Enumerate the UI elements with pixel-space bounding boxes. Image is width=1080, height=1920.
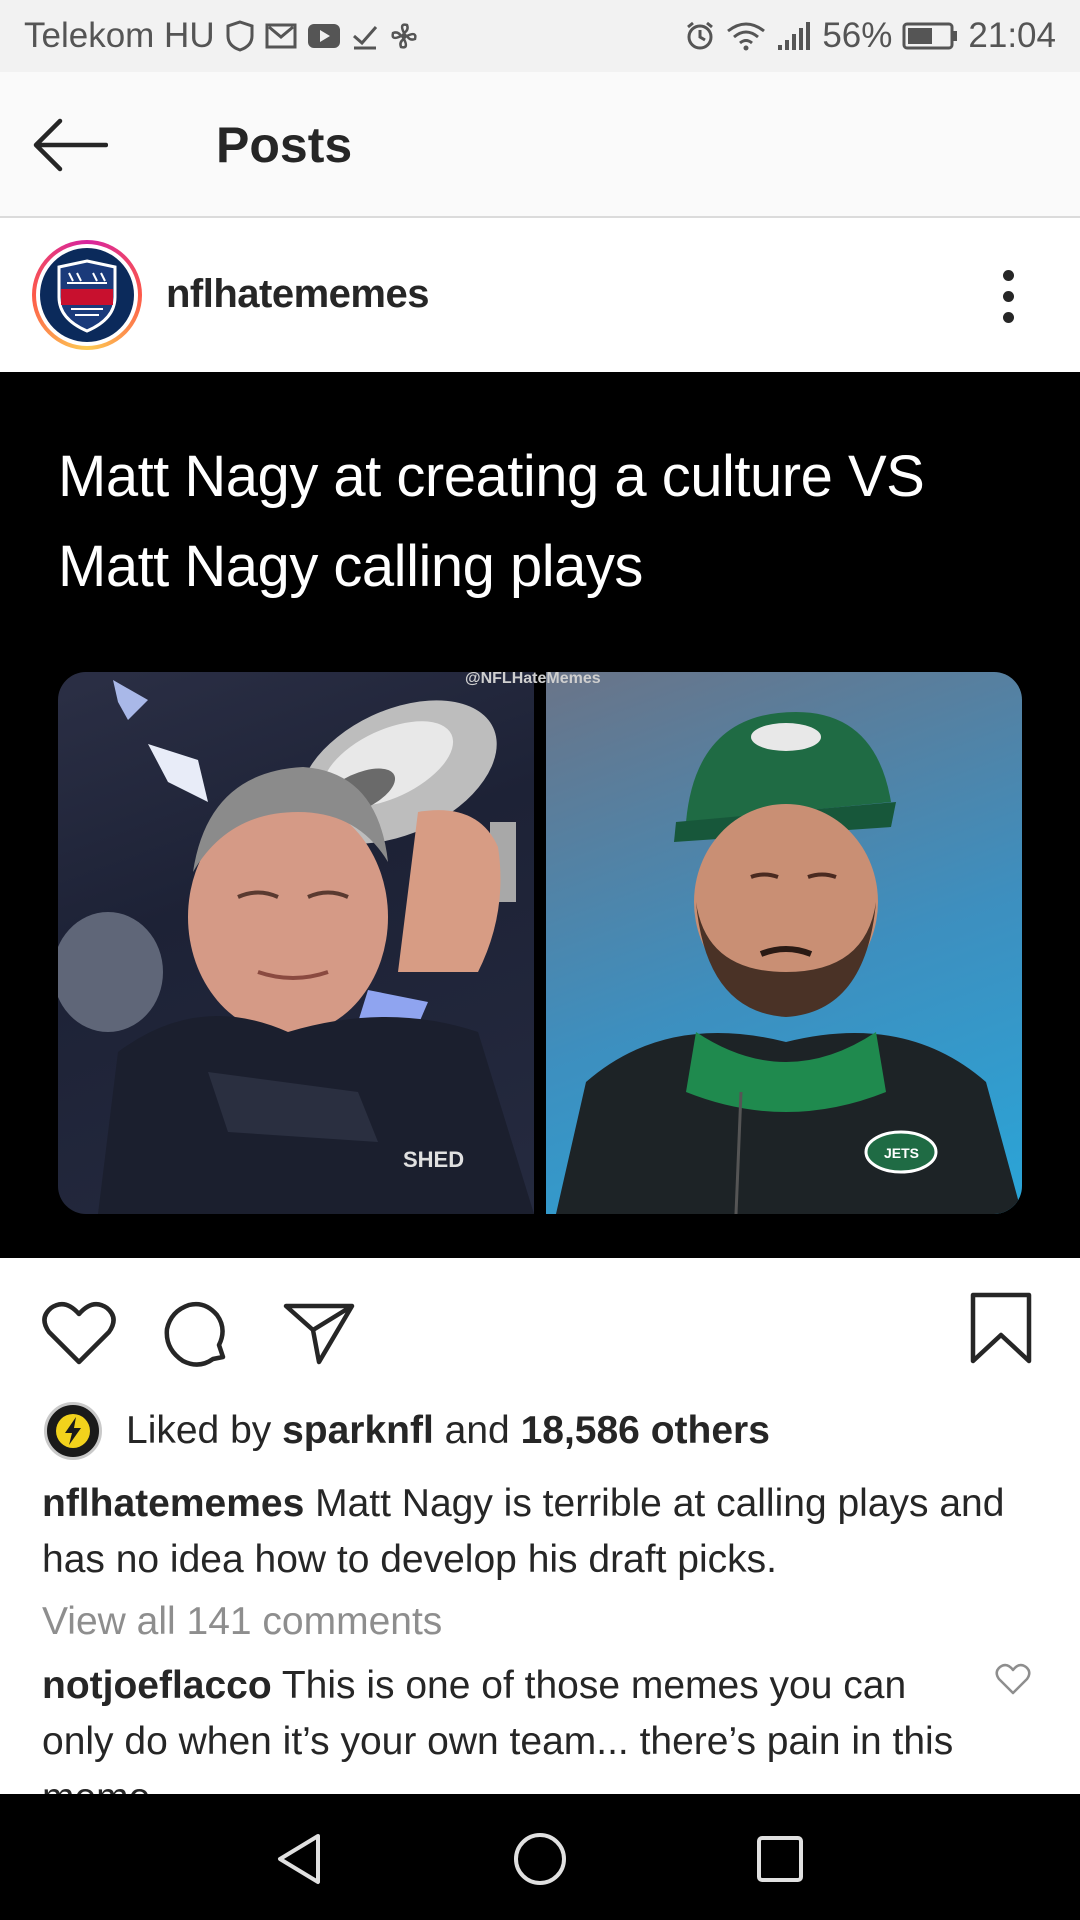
photo-collage: SHED JETS (58, 672, 1022, 1214)
mail-icon (265, 23, 297, 49)
dot-icon (1002, 269, 1014, 281)
status-bar: Telekom HU 56% 21:04 (0, 0, 1080, 72)
status-right: 56% 21:04 (684, 16, 1056, 56)
coach-jets-photo: JETS (546, 672, 1022, 1214)
page-title: Posts (216, 117, 353, 173)
likes-text: Liked by sparknfl and 18,586 others (126, 1409, 770, 1453)
action-bar (0, 1258, 1080, 1390)
likes-row[interactable]: Liked by sparknfl and 18,586 others (44, 1400, 770, 1462)
likes-count[interactable]: 18,586 others (521, 1409, 770, 1452)
fan-icon (389, 21, 419, 51)
meme-caption: Matt Nagy at creating a culture VS Matt … (58, 432, 1038, 612)
like-button[interactable] (40, 1298, 118, 1368)
comment-button[interactable] (160, 1298, 232, 1370)
liker-avatar[interactable] (44, 1402, 102, 1460)
comment-item: notjoeflacco This is one of those memes … (42, 1658, 982, 1794)
youtube-icon (307, 23, 341, 49)
svg-text:JETS: JETS (884, 1145, 919, 1161)
dot-icon (1002, 311, 1014, 323)
story-ring[interactable] (32, 240, 142, 350)
clock-time: 21:04 (968, 16, 1056, 55)
coach-trophy-photo: SHED (58, 672, 534, 1214)
meme-caption-line: Matt Nagy at creating a culture VS (58, 444, 925, 509)
heart-icon (995, 1663, 1031, 1695)
alarm-icon (684, 20, 716, 52)
likes-middle: and (433, 1409, 521, 1452)
nav-home-button[interactable] (505, 1824, 575, 1894)
bookmark-icon (970, 1292, 1032, 1364)
svg-text:SHED: SHED (403, 1147, 464, 1172)
back-arrow-icon (33, 118, 108, 172)
save-button[interactable] (968, 1290, 1034, 1366)
wifi-icon (726, 21, 766, 51)
nav-recents-button[interactable] (745, 1824, 815, 1894)
signal-icon (776, 21, 812, 51)
meme-caption-line: Matt Nagy calling plays (58, 534, 643, 599)
android-nav-bar (0, 1794, 1080, 1920)
battery-percent: 56% (822, 16, 893, 55)
back-button[interactable] (30, 112, 110, 178)
battery-icon (902, 22, 958, 50)
triangle-back-icon (278, 1834, 320, 1884)
check-icon (351, 22, 379, 50)
more-options-button[interactable] (986, 260, 1030, 332)
post-caption: nflhatememes Matt Nagy is terrible at ca… (42, 1476, 1042, 1588)
share-icon (283, 1303, 355, 1365)
nav-back-button[interactable] (264, 1824, 334, 1894)
likes-prefix: Liked by (126, 1409, 283, 1452)
carrier-name: Telekom HU (24, 16, 215, 55)
circle-home-icon (514, 1833, 566, 1885)
liker-username[interactable]: sparknfl (282, 1409, 434, 1452)
comment-username[interactable]: notjoeflacco (42, 1664, 272, 1707)
comment-icon (164, 1301, 226, 1367)
status-left: Telekom HU (24, 16, 419, 56)
shield-icon (225, 20, 255, 52)
post-header: nflhatememes (0, 220, 1080, 372)
share-button[interactable] (282, 1300, 356, 1366)
dot-icon (1002, 290, 1014, 302)
comment-like-button[interactable] (994, 1662, 1034, 1698)
caption-username[interactable]: nflhatememes (42, 1482, 304, 1525)
nfl-hate-memes-logo-icon (57, 259, 117, 333)
nav-header: Posts (0, 72, 1080, 218)
lightning-icon (56, 1414, 90, 1448)
post-username[interactable]: nflhatememes (166, 272, 429, 317)
watermark: @NFLHateMemes (465, 670, 601, 687)
square-recents-icon (757, 1836, 803, 1882)
view-comments-link[interactable]: View all 141 comments (42, 1600, 442, 1644)
heart-icon (42, 1301, 116, 1365)
avatar (40, 248, 134, 342)
post-image[interactable]: Matt Nagy at creating a culture VS Matt … (0, 372, 1080, 1258)
